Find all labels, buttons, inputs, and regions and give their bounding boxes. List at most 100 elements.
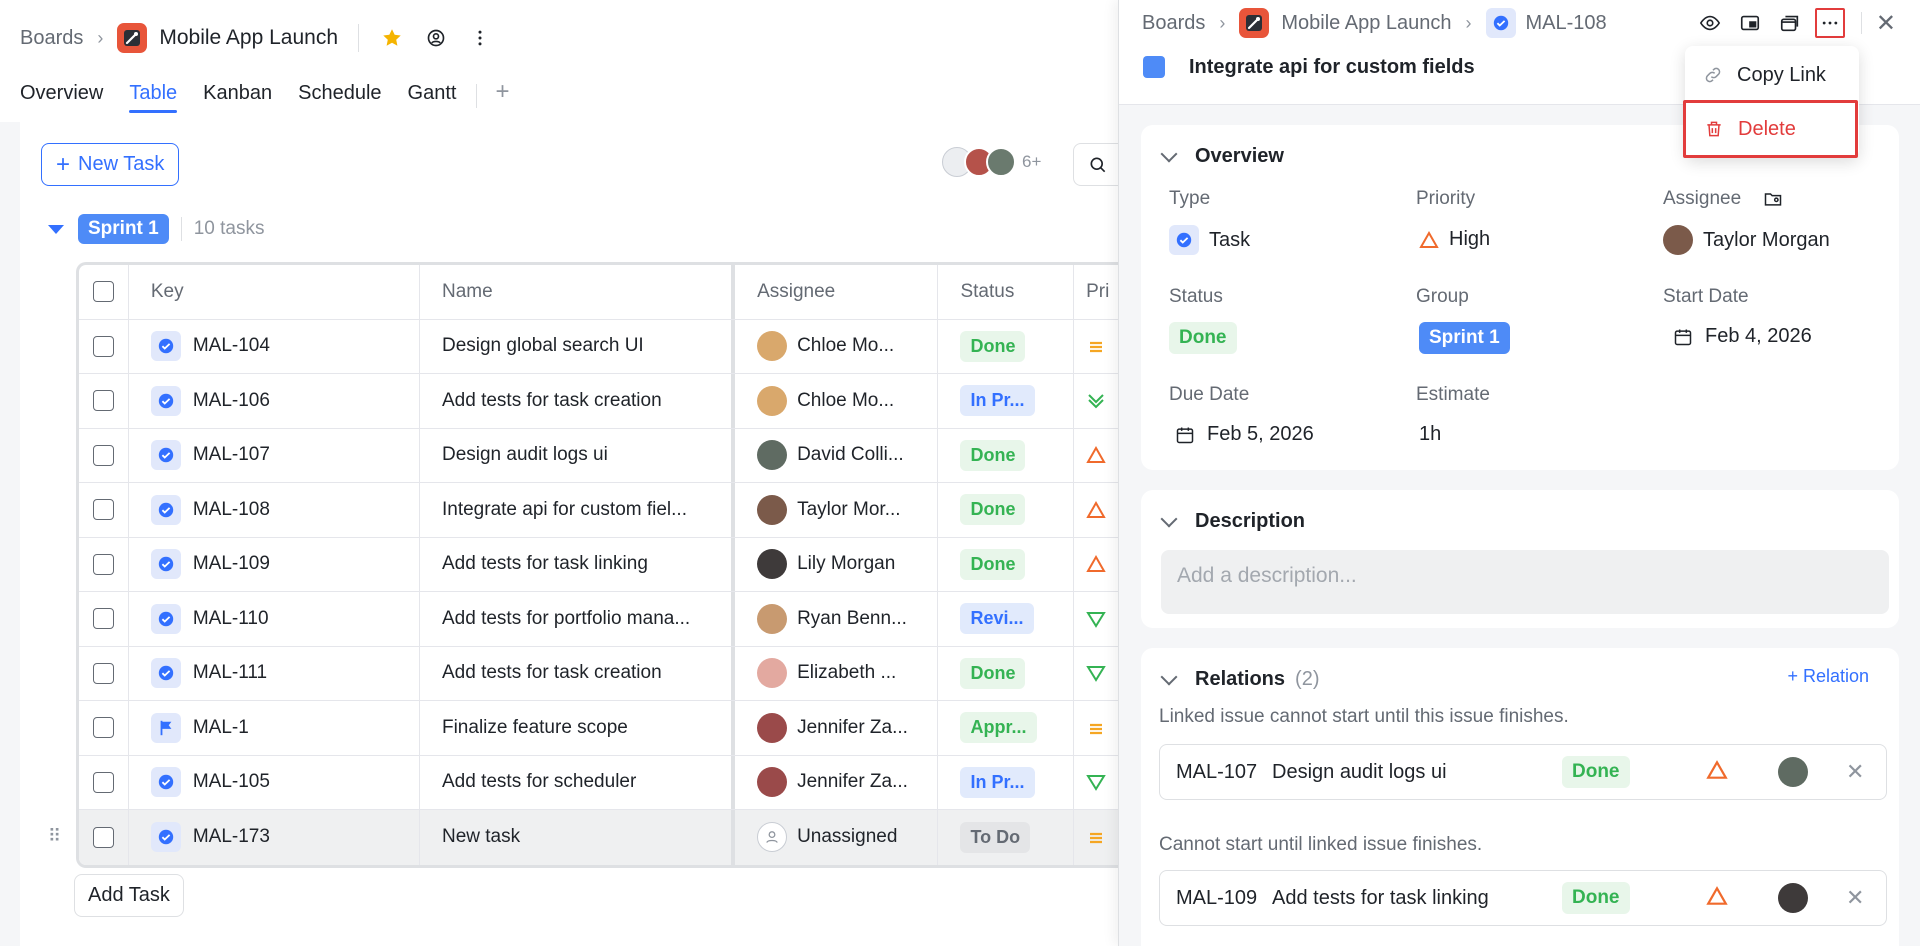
more-vertical-icon[interactable] [467,25,493,51]
member-avatars[interactable]: 6+ [942,147,1041,177]
column-header-status[interactable]: Status [938,265,1075,319]
priority-cell[interactable] [1074,483,1120,537]
column-header-key[interactable]: Key [129,265,420,319]
priority-cell[interactable] [1074,701,1120,755]
due-date-field[interactable]: Feb 5, 2026 [1175,423,1314,446]
table-row[interactable]: MAL-107 Design audit logs ui David Colli… [79,428,1120,483]
delete-menu-item[interactable]: Delete [1683,100,1858,158]
task-name[interactable]: Add tests for portfolio mana... [420,592,736,646]
assignee-cell[interactable]: Elizabeth ... [735,646,939,700]
task-title[interactable]: Integrate api for custom fields [1189,56,1475,79]
assignee-field[interactable]: Taylor Morgan [1663,225,1830,255]
task-name[interactable]: Design audit logs ui [420,428,736,482]
relation-name[interactable]: Add tests for task linking [1272,887,1489,910]
status-cell[interactable]: Done [938,319,1075,373]
status-cell[interactable]: In Pr... [938,374,1075,428]
priority-cell[interactable] [1074,756,1120,810]
status-cell[interactable]: Revi... [938,592,1075,646]
row-checkbox[interactable] [92,717,114,739]
more-options-icon[interactable] [1814,8,1845,38]
table-row[interactable]: MAL-106 Add tests for task creation Chlo… [79,374,1120,429]
task-key[interactable]: MAL-109 [193,553,270,575]
breadcrumb-boards[interactable]: Boards [20,27,83,50]
relation-item[interactable]: MAL-107 Design audit logs ui Done ✕ [1159,744,1887,800]
breadcrumb-boards[interactable]: Boards [1142,12,1205,35]
new-task-button[interactable]: + New Task [41,143,180,186]
row-checkbox[interactable] [92,553,114,575]
task-color-swatch[interactable] [1143,56,1165,78]
column-header-priority[interactable]: Pri [1074,265,1120,319]
priority-field[interactable]: High [1419,228,1490,251]
relations-toggle[interactable]: Relations (2) [1160,668,1319,691]
assignee-cell[interactable]: Taylor Mor... [735,483,939,537]
task-key[interactable]: MAL-108 [193,499,270,521]
tab-schedule[interactable]: Schedule [298,76,381,113]
task-key[interactable]: MAL-110 [193,608,269,630]
add-view-icon[interactable]: + [495,78,509,106]
tab-kanban[interactable]: Kanban [203,76,272,113]
column-header-name[interactable]: Name [420,265,736,319]
assignee-cell[interactable]: Chloe Mo... [735,319,939,373]
overview-toggle[interactable]: Overview [1160,145,1284,168]
status-cell[interactable]: Done [938,483,1075,537]
tab-table[interactable]: Table [129,76,177,113]
assignee-cell[interactable]: Ryan Benn... [735,592,939,646]
task-key[interactable]: MAL-107 [193,444,270,466]
tab-gantt[interactable]: Gantt [408,76,457,113]
task-name[interactable]: Add tests for scheduler [420,755,736,809]
copy-link-menu-item[interactable]: Copy Link [1685,50,1859,100]
description-toggle[interactable]: Description [1160,510,1305,533]
assignee-cell[interactable]: Jennifer Za... [735,755,939,809]
priority-cell[interactable] [1074,810,1120,865]
task-key[interactable]: MAL-105 [193,771,270,793]
user-settings-icon[interactable] [423,25,449,51]
relation-item[interactable]: MAL-109 Add tests for task linking Done … [1159,870,1887,926]
star-icon[interactable] [379,25,405,51]
row-checkbox[interactable] [92,390,114,412]
priority-cell[interactable] [1074,538,1120,592]
table-row[interactable]: MAL-104 Design global search UI Chloe Mo… [79,319,1120,374]
column-header-assignee[interactable]: Assignee [735,265,939,319]
row-checkbox[interactable] [92,444,114,466]
assignee-cell[interactable]: Lily Morgan [735,537,939,591]
row-checkbox[interactable] [92,826,114,848]
status-cell[interactable]: Appr... [938,701,1075,755]
close-icon[interactable]: ✕ [1876,9,1896,38]
tab-overview[interactable]: Overview [20,76,103,113]
select-all-checkbox[interactable] [92,281,114,303]
table-row[interactable]: MAL-108 Integrate api for custom fiel...… [79,483,1120,538]
task-name[interactable]: Design global search UI [420,319,736,373]
task-name[interactable]: Integrate api for custom fiel... [420,483,736,537]
task-name[interactable]: Finalize feature scope [420,701,736,755]
priority-cell[interactable] [1074,592,1120,646]
task-key[interactable]: MAL-106 [193,390,270,412]
assignee-cell[interactable]: Jennifer Za... [735,701,939,755]
remove-relation-icon[interactable]: ✕ [1846,885,1864,911]
folder-user-icon[interactable] [1763,189,1783,215]
table-row[interactable]: MAL-110 Add tests for portfolio mana... … [79,592,1120,647]
remove-relation-icon[interactable]: ✕ [1846,759,1864,785]
relation-key[interactable]: MAL-107 [1176,761,1257,784]
assignee-cell[interactable]: Chloe Mo... [735,374,939,428]
status-cell[interactable]: In Pr... [938,755,1075,809]
task-key[interactable]: MAL-104 [193,335,270,357]
assignee-cell[interactable]: Unassigned [735,810,939,865]
table-row[interactable]: MAL-109 Add tests for task linking Lily … [79,537,1120,592]
table-row[interactable]: MAL-1 Finalize feature scope Jennifer Za… [79,701,1120,756]
relation-name[interactable]: Design audit logs ui [1272,761,1447,784]
task-name[interactable]: Add tests for task linking [420,537,736,591]
task-key[interactable]: MAL-173 [193,826,270,848]
relation-key[interactable]: MAL-109 [1176,887,1257,910]
priority-cell[interactable] [1074,374,1120,428]
status-field[interactable]: Done [1169,322,1237,354]
task-name[interactable]: Add tests for task creation [420,646,736,700]
caret-down-icon[interactable] [48,224,64,234]
task-key[interactable]: MAL-111 [193,662,267,684]
row-checkbox[interactable] [92,335,114,357]
priority-cell[interactable] [1074,429,1120,483]
description-input[interactable]: Add a description... [1161,550,1889,614]
add-task-button[interactable]: Add Task [74,874,184,917]
status-cell[interactable]: Done [938,428,1075,482]
status-cell[interactable]: Done [938,537,1075,591]
estimate-field[interactable]: 1h [1419,423,1441,446]
